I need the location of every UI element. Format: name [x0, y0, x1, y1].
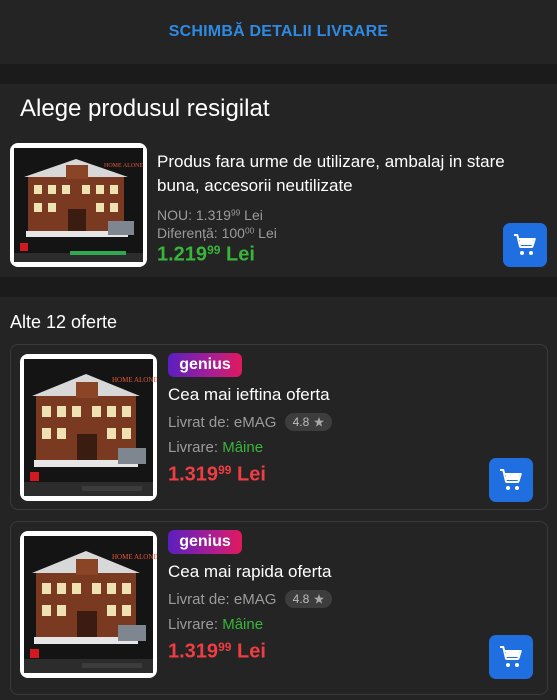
offer-product-image[interactable]: HOME ALONE: [20, 354, 157, 501]
offer-seller-line: Livrat de: eMAG 4.8: [168, 590, 333, 608]
offer-product-image[interactable]: HOME ALONE: [20, 531, 157, 678]
lego-home-alone-box-image: HOME ALONE: [24, 536, 157, 673]
offer-title: Cea mai ieftina oferta: [168, 385, 330, 404]
seller-name[interactable]: eMAG: [234, 414, 277, 431]
offer-price: 1.31999 Lei: [168, 640, 266, 664]
offer-price-currency: Lei: [236, 463, 266, 486]
delivery-label: Livrare:: [168, 439, 219, 456]
seller-label: Livrat de:: [168, 414, 230, 431]
delivery-label: Livrare:: [168, 616, 219, 633]
home-alone-logo: HOME ALONE: [112, 376, 157, 384]
offer-price-currency: Lei: [236, 640, 266, 663]
resigilat-price-int: 1.219: [157, 243, 208, 266]
resigilat-title: Alege produsul resigilat: [20, 95, 270, 122]
new-price-line: NOU: 1.31999 Lei: [157, 207, 263, 223]
offer-seller-line: Livrat de: eMAG 4.8: [168, 413, 333, 431]
lego-logo: [20, 243, 28, 251]
seller-rating-badge: 4.8: [284, 590, 333, 608]
new-price-currency: Lei: [244, 207, 263, 223]
resigilat-description: Produs fara urme de utilizare, ambalaj i…: [157, 152, 505, 195]
shopping-cart-icon: [500, 469, 522, 490]
add-to-cart-button-resigilat[interactable]: [503, 223, 547, 267]
resigilat-price-dec: 99: [207, 243, 221, 257]
offer-delivery-line: Livrare: Mâine: [168, 616, 263, 633]
genius-badge-label: genius: [179, 533, 231, 550]
genius-badge: genius: [168, 353, 242, 377]
resigilat-price-currency: Lei: [225, 243, 255, 266]
shopping-cart-icon: [500, 646, 522, 667]
genius-badge-label: genius: [179, 356, 231, 373]
top-bar: SCHIMBĂ DETALII LIVRARE: [0, 0, 557, 64]
shopping-cart-icon: [514, 234, 536, 255]
seller-rating-value: 4.8: [292, 592, 310, 606]
resigilat-product-image[interactable]: HOME ALONE: [10, 143, 147, 267]
resigilat-price: 1.21999 Lei: [157, 243, 255, 267]
difference-dec: 00: [244, 225, 255, 236]
lego-home-alone-box-image: HOME ALONE: [14, 148, 143, 262]
offer-price: 1.31999 Lei: [168, 463, 266, 487]
new-price-dec: 99: [230, 207, 241, 218]
lego-home-alone-box-image: HOME ALONE: [24, 359, 157, 496]
delivery-value: Mâine: [222, 439, 264, 456]
genius-badge: genius: [168, 530, 242, 554]
offer-card[interactable]: HOME ALONE genius Cea mai ieftina oferta…: [10, 344, 548, 510]
offer-price-dec: 99: [218, 640, 232, 654]
star-icon: [314, 594, 325, 604]
lego-logo: [30, 649, 39, 658]
lego-logo: [30, 472, 39, 481]
new-price-int: 1.319: [195, 207, 231, 223]
add-to-cart-button[interactable]: [489, 458, 533, 502]
delivery-value: Mâine: [222, 616, 264, 633]
seller-label: Livrat de:: [168, 591, 230, 608]
offer-title: Cea mai rapida oferta: [168, 562, 332, 581]
offer-card[interactable]: HOME ALONE genius Cea mai rapida oferta …: [10, 521, 548, 695]
offer-delivery-line: Livrare: Mâine: [168, 439, 263, 456]
offer-price-dec: 99: [218, 463, 232, 477]
seller-rating-value: 4.8: [292, 415, 310, 429]
home-alone-logo: HOME ALONE: [104, 163, 143, 169]
difference-currency: Lei: [258, 225, 277, 241]
difference-line: Diferență: 10000 Lei: [157, 225, 277, 241]
offer-price-int: 1.319: [168, 463, 219, 486]
star-icon: [314, 417, 325, 427]
seller-name[interactable]: eMAG: [234, 591, 277, 608]
new-price-label: NOU:: [157, 207, 192, 223]
home-alone-logo: HOME ALONE: [112, 553, 157, 561]
difference-label: Diferență:: [157, 225, 218, 241]
seller-rating-badge: 4.8: [284, 413, 333, 431]
change-delivery-link[interactable]: SCHIMBĂ DETALII LIVRARE: [169, 23, 388, 41]
offer-price-int: 1.319: [168, 640, 219, 663]
other-offers-title: Alte 12 oferte: [10, 312, 118, 332]
difference-int: 100: [221, 225, 245, 241]
add-to-cart-button[interactable]: [489, 635, 533, 679]
